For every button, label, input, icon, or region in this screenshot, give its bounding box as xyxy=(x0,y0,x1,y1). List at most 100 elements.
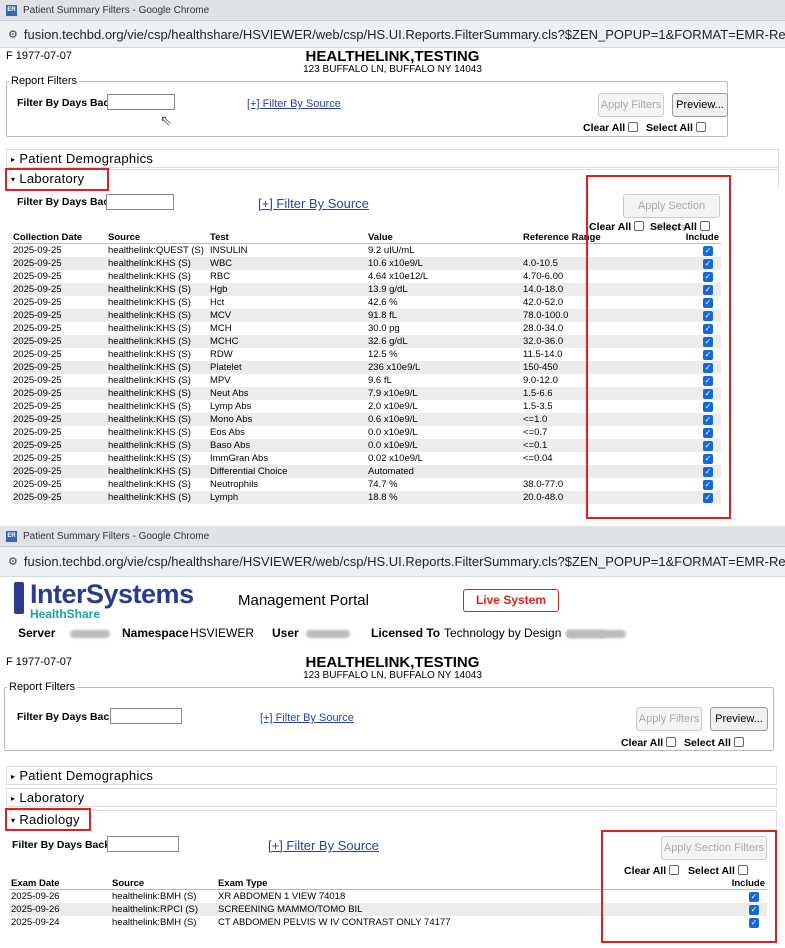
table-cell: healthelink:KHS (S) xyxy=(108,426,191,438)
highlight-box-radiology xyxy=(5,808,91,831)
intersystems-logo: InterSystems HealthShare xyxy=(14,580,194,620)
clear-all-checkbox[interactable]: Clear All xyxy=(621,737,677,749)
column-header: Value xyxy=(366,232,521,244)
table-cell: healthelink:KHS (S) xyxy=(106,334,208,348)
table-cell: healthelink:KHS (S) xyxy=(108,322,191,334)
preview-button[interactable]: Preview... xyxy=(710,707,768,731)
section-filter-by-source-link[interactable]: [+] Filter By Source xyxy=(268,838,379,853)
live-system-badge: Live System xyxy=(463,589,559,612)
table-cell: healthelink:KHS (S) xyxy=(106,438,208,452)
table-cell: 9.2 uIU/mL xyxy=(368,244,415,256)
checkbox-icon[interactable] xyxy=(695,122,706,132)
apply-filters-button[interactable]: Apply Filters xyxy=(598,93,664,117)
table-cell: XR ABDOMEN 1 VIEW 74018 xyxy=(218,890,346,902)
window-title: Patient Summary Filters - Google Chrome xyxy=(23,530,210,542)
table-cell: 2025-09-25 xyxy=(13,374,62,386)
table-cell: Differential Choice xyxy=(208,464,366,478)
clear-all-label: Clear All xyxy=(621,737,664,749)
checkbox-icon[interactable] xyxy=(628,122,639,132)
table-cell: 2025-09-25 xyxy=(13,270,62,282)
table-cell: Hgb xyxy=(208,282,366,296)
namespace-value: HSVIEWER xyxy=(190,626,255,640)
clear-all-checkbox[interactable]: Clear All xyxy=(583,122,639,134)
section-days-back-label: Filter By Days Back: xyxy=(12,839,114,851)
section-days-back-input[interactable] xyxy=(107,836,179,852)
table-cell: Platelet xyxy=(208,360,366,374)
url-text[interactable]: fusion.techbd.org/vie/csp/healthshare/HS… xyxy=(24,554,785,569)
filter-by-source-link[interactable]: [+] Filter By Source xyxy=(260,712,354,724)
table-cell: 2025-09-25 xyxy=(11,282,106,296)
table-cell: Neutrophils xyxy=(210,478,259,490)
address-bar[interactable]: ⚙ fusion.techbd.org/vie/csp/healthshare/… xyxy=(0,21,785,48)
table-cell: 2025-09-25 xyxy=(11,256,106,270)
apply-filters-button[interactable]: Apply Filters xyxy=(636,707,702,731)
server-label: Server xyxy=(18,626,56,640)
table-cell: healthelink:KHS (S) xyxy=(108,296,191,308)
checkbox-icon[interactable] xyxy=(666,737,677,747)
top-page: F 1977-07-07 HEALTHELINK,TESTING 123 BUF… xyxy=(0,48,785,524)
table-cell: healthelink:KHS (S) xyxy=(106,386,208,400)
patient-address: 123 BUFFALO LN, BUFFALO NY 14043 xyxy=(303,64,482,75)
table-cell: healthelink:KHS (S) xyxy=(106,282,208,296)
table-cell: MCH xyxy=(210,322,232,334)
namespace-label: Namespace xyxy=(122,626,189,640)
days-back-input[interactable] xyxy=(110,708,182,724)
table-cell: 236 x10e9/L xyxy=(366,360,521,374)
select-all-checkbox[interactable]: Select All xyxy=(684,737,744,749)
report-filters-legend: Report Filters xyxy=(11,75,78,87)
table-cell: 2.0 x10e9/L xyxy=(368,400,418,412)
table-cell: 2025-09-25 xyxy=(13,244,62,256)
clear-all-label: Clear All xyxy=(583,122,626,134)
app-icon: ER xyxy=(6,530,17,542)
patient-header: F 1977-07-07 HEALTHELINK,TESTING 123 BUF… xyxy=(0,48,785,78)
site-info-icon[interactable]: ⚙ xyxy=(8,555,18,568)
column-header: Source xyxy=(110,878,216,890)
section-laboratory[interactable]: ▸ Laboratory xyxy=(6,788,777,807)
preview-button[interactable]: Preview... xyxy=(672,93,728,117)
table-cell: Lymph xyxy=(208,490,366,504)
checkbox-icon[interactable] xyxy=(733,737,744,747)
section-label: Patient Demographics xyxy=(19,151,154,166)
section-days-back-label: Filter By Days Back: xyxy=(17,196,119,208)
url-text[interactable]: fusion.techbd.org/vie/csp/healthshare/HS… xyxy=(24,27,785,42)
table-cell: 2025-09-25 xyxy=(11,334,106,348)
bottom-page: InterSystems HealthShare Management Port… xyxy=(0,578,785,948)
collapsed-arrow-icon: ▸ xyxy=(11,772,16,781)
collapsed-arrow-icon: ▸ xyxy=(11,794,16,803)
section-patient-demographics[interactable]: ▸ Patient Demographics xyxy=(6,149,779,168)
table-cell: 2025-09-25 xyxy=(11,438,106,452)
days-back-input[interactable] xyxy=(107,94,175,110)
section-days-back-input[interactable] xyxy=(106,194,174,210)
table-cell: Neut Abs xyxy=(208,386,366,400)
logo-main: InterSystems xyxy=(30,579,194,609)
table-cell: healthelink:KHS (S) xyxy=(106,490,208,504)
select-all-checkbox[interactable]: Select All xyxy=(646,122,706,134)
table-cell: healthelink:KHS (S) xyxy=(106,256,208,270)
column-header: Collection Date xyxy=(11,232,106,244)
table-cell: 2025-09-25 xyxy=(13,400,62,412)
section-patient-demographics[interactable]: ▸ Patient Demographics xyxy=(6,766,777,785)
patient-address: 123 BUFFALO LN, BUFFALO NY 14043 xyxy=(303,670,482,681)
section-filter-by-source-link[interactable]: [+] Filter By Source xyxy=(258,196,369,211)
table-cell: 0.6 x10e9/L xyxy=(366,412,521,426)
table-cell: MCHC xyxy=(208,334,366,348)
filter-by-source-link[interactable]: [+] Filter By Source xyxy=(247,98,341,110)
section-radiology[interactable]: ▾ Radiology xyxy=(6,810,777,829)
table-cell: Mono Abs xyxy=(208,412,366,426)
site-info-icon[interactable]: ⚙ xyxy=(8,28,18,41)
table-cell: 2025-09-25 xyxy=(13,348,62,360)
table-cell: healthelink:KHS (S) xyxy=(108,478,191,490)
days-back-label: Filter By Days Back: xyxy=(17,711,119,723)
table-cell: healthelink:KHS (S) xyxy=(108,270,191,282)
table-cell: INSULIN xyxy=(210,244,248,256)
table-cell: MPV xyxy=(210,374,231,386)
address-bar-2[interactable]: ⚙ fusion.techbd.org/vie/csp/healthshare/… xyxy=(0,547,785,577)
table-cell: 7.9 x10e9/L xyxy=(366,386,521,400)
table-cell: healthelink:KHS (S) xyxy=(106,360,208,374)
table-cell: 0.0 x10e9/L xyxy=(368,426,418,438)
table-cell: healthelink:KHS (S) xyxy=(106,412,208,426)
table-cell: 30.0 pg xyxy=(368,322,400,334)
section-label: Laboratory xyxy=(19,790,85,805)
select-all-label: Select All xyxy=(646,122,693,134)
table-cell: healthelink:KHS (S) xyxy=(106,308,208,322)
